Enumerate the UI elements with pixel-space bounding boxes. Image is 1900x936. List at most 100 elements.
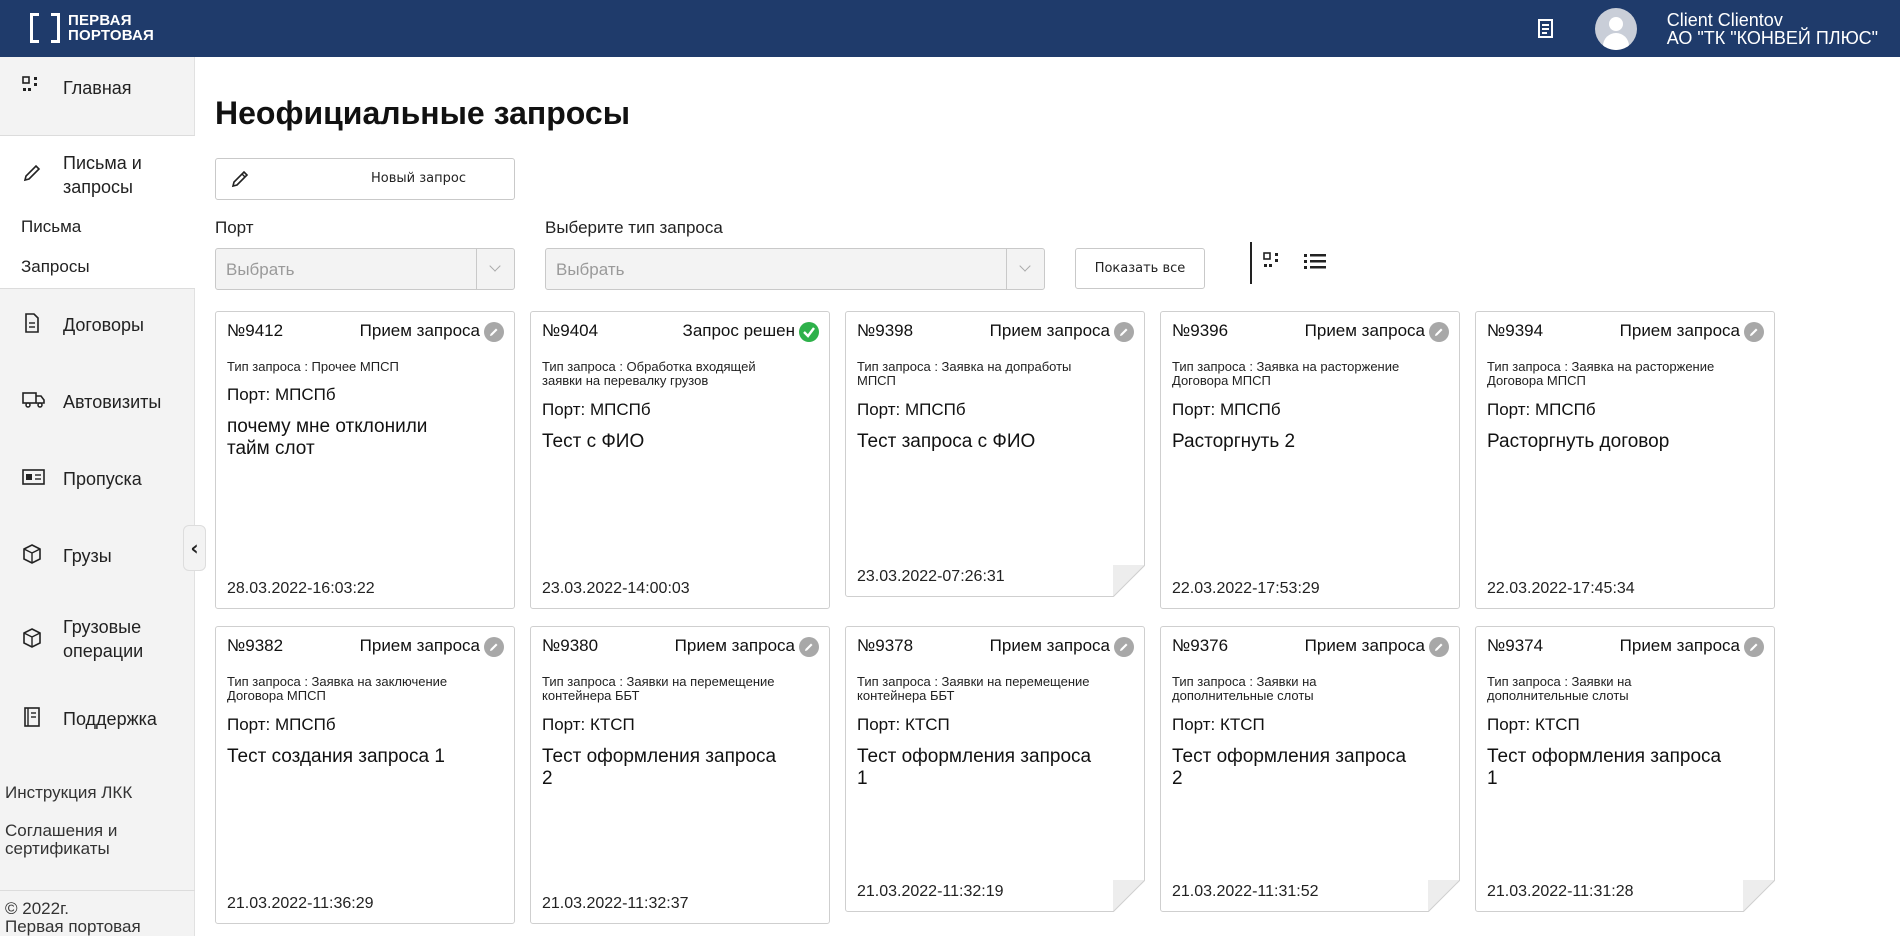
request-number: №9378 (857, 636, 914, 655)
request-subject-line: Тест оформления запроса (857, 746, 1092, 767)
request-number: №9394 (1487, 321, 1544, 340)
sidebar-item-contracts[interactable]: Договоры (0, 303, 195, 347)
logo-mark (30, 13, 60, 43)
sidebar-item-autovisits[interactable]: Автовизиты (0, 380, 195, 424)
sidebar-item-label: Поддержка (63, 709, 157, 729)
sidebar-subitem-requests[interactable]: Запросы (21, 257, 90, 277)
request-type-select[interactable]: Выбрать (545, 248, 1045, 290)
request-status: Прием запроса (1304, 321, 1425, 340)
pencil-icon (1114, 322, 1134, 342)
request-date: 21.03.2022-11:31:28 (1487, 883, 1634, 900)
user-name: Client Clientov (1666, 10, 1783, 30)
sidebar-item-label: Грузовые операции (63, 617, 144, 661)
request-type-line: Тип запроса : Заявка на расторжение (1172, 359, 1400, 374)
request-card[interactable]: №9412 Прием запроса Тип запроса : Прочее… (215, 311, 515, 609)
pencil-icon (1744, 322, 1764, 342)
sidebar: Главная Письма и запросы Письма Запросы … (0, 57, 195, 936)
request-card[interactable]: №9378 Прием запроса Тип запроса : Заявки… (845, 626, 1146, 913)
request-status: Прием запроса (359, 636, 480, 655)
request-card[interactable]: №9376 Прием запроса Тип запроса : Заявки… (1160, 626, 1461, 913)
new-request-button[interactable]: Новый запрос (215, 158, 515, 200)
port-select[interactable]: Выбрать (215, 248, 515, 290)
request-card[interactable]: №9382 Прием запроса Тип запроса : Заявка… (215, 626, 515, 924)
show-all-button[interactable]: Показать все (1075, 248, 1205, 289)
chevron-down-icon[interactable] (1006, 249, 1044, 289)
request-card[interactable]: №9396 Прием запроса Тип запроса : Заявка… (1160, 311, 1460, 609)
request-number: №9404 (542, 321, 599, 340)
request-subject-line: 2 (1172, 768, 1183, 789)
logo[interactable]: ПЕРВАЯ ПОРТОВАЯ (30, 12, 154, 44)
request-type-line: контейнера ББТ (542, 688, 640, 703)
request-card[interactable]: №9374 Прием запроса Тип запроса : Заявки… (1475, 626, 1776, 913)
divider (0, 288, 195, 289)
sidebar-collapse-button[interactable]: ‹ (183, 525, 206, 571)
agreements-link[interactable]: Соглашения и сертификаты (5, 822, 155, 858)
request-status: Прием запроса (674, 636, 795, 655)
request-date: 21.03.2022-11:36:29 (227, 895, 374, 912)
sidebar-item-label: Главная (63, 78, 132, 98)
copyright: © 2022г. Первая портовая (5, 900, 141, 936)
sidebar-item-home[interactable]: Главная (0, 57, 195, 135)
list-view-icon[interactable] (1303, 252, 1327, 272)
request-type-line: заявки на перевалку грузов (542, 373, 709, 388)
request-port: Порт: МПСПб (542, 400, 651, 419)
request-port: Порт: КТСП (857, 715, 950, 734)
grid-view-icon[interactable] (1263, 252, 1283, 272)
request-date: 22.03.2022-17:45:34 (1487, 580, 1635, 597)
request-type-line: Тип запроса : Заявка на допработы (857, 359, 1072, 374)
sidebar-item-cargo-operations[interactable]: Грузовые операции (0, 613, 195, 665)
sidebar-item-passes[interactable]: Пропуска (0, 457, 195, 501)
request-card[interactable]: №9404 Запрос решен Тип запроса : Обработ… (530, 311, 830, 609)
request-number: №9376 (1172, 636, 1229, 655)
check-icon (799, 322, 819, 342)
instruction-link[interactable]: Инструкция ЛКК (5, 784, 132, 802)
copyright-company: Первая портовая (5, 917, 141, 936)
page-fold-corner (1112, 879, 1146, 913)
request-date: 21.03.2022-11:32:37 (542, 895, 689, 912)
pencil-icon (799, 637, 819, 657)
request-type: Тип запроса : Заявки на дополнительные с… (1172, 675, 1452, 703)
sidebar-subitem-letters[interactable]: Письма (21, 217, 81, 237)
sidebar-item-label: Договоры (63, 315, 144, 335)
request-subject-line: Тест создания запроса 1 (227, 746, 445, 767)
request-card[interactable]: №9398 Прием запроса Тип запроса : Заявка… (845, 311, 1146, 598)
sidebar-item-label: Пропуска (63, 469, 142, 489)
request-subject: Расторгнуть договор (1487, 431, 1772, 453)
sidebar-item-letters-requests[interactable]: Письма и запросы (0, 149, 195, 201)
pencil-icon (1114, 637, 1134, 657)
request-subject-line: Тест оформления запроса (542, 746, 777, 767)
sidebar-item-support[interactable]: Поддержка (0, 697, 195, 741)
chevron-down-icon[interactable] (476, 249, 514, 289)
avatar[interactable] (1594, 8, 1637, 50)
request-date: 21.03.2022-11:32:19 (857, 883, 1004, 900)
request-date: 21.03.2022-11:31:52 (1172, 883, 1319, 900)
request-type-line: дополнительные слоты (1487, 688, 1629, 703)
user-info[interactable]: Client Clientov АО "ТК "КОНВЕЙ ПЛЮС" (1667, 11, 1878, 47)
request-port: Порт: МПСПб (1487, 400, 1596, 419)
request-subject: Тест оформления запроса 1 (1487, 746, 1772, 790)
request-card[interactable]: №9394 Прием запроса Тип запроса : Заявка… (1475, 311, 1775, 609)
port-filter-label: Порт (215, 218, 254, 237)
request-type: Тип запроса : Заявки на дополнительные с… (1487, 675, 1767, 703)
request-type: Тип запроса : Заявка на заключение Догов… (227, 675, 507, 703)
request-status: Прием запроса (989, 321, 1110, 340)
request-card[interactable]: №9380 Прием запроса Тип запроса : Заявки… (530, 626, 830, 924)
request-number: №9398 (857, 321, 914, 340)
box-icon (22, 628, 42, 648)
request-port: Порт: МПСПб (227, 385, 336, 404)
sidebar-item-cargo[interactable]: Грузы (0, 534, 195, 578)
top-header: ПЕРВАЯ ПОРТОВАЯ Client Clientov АО "ТК "… (0, 0, 1900, 57)
new-request-label: Новый запрос (371, 171, 466, 186)
request-port: Порт: МПСПб (857, 400, 966, 419)
request-status: Запрос решен (682, 321, 795, 340)
request-subject-line: 1 (857, 768, 868, 789)
request-date: 23.03.2022-07:26:31 (857, 568, 1005, 585)
request-type-line: Тип запроса : Заявки на (1487, 674, 1632, 689)
request-subject: Тест оформления запроса 1 (857, 746, 1142, 790)
documents-icon[interactable] (1535, 18, 1557, 40)
request-type-line: Тип запроса : Заявки на перемещение (857, 674, 1090, 689)
pencil-icon (1744, 637, 1764, 657)
request-subject-line: 1 (1487, 768, 1498, 789)
truck-icon (22, 390, 46, 410)
request-date: 22.03.2022-17:53:29 (1172, 580, 1320, 597)
